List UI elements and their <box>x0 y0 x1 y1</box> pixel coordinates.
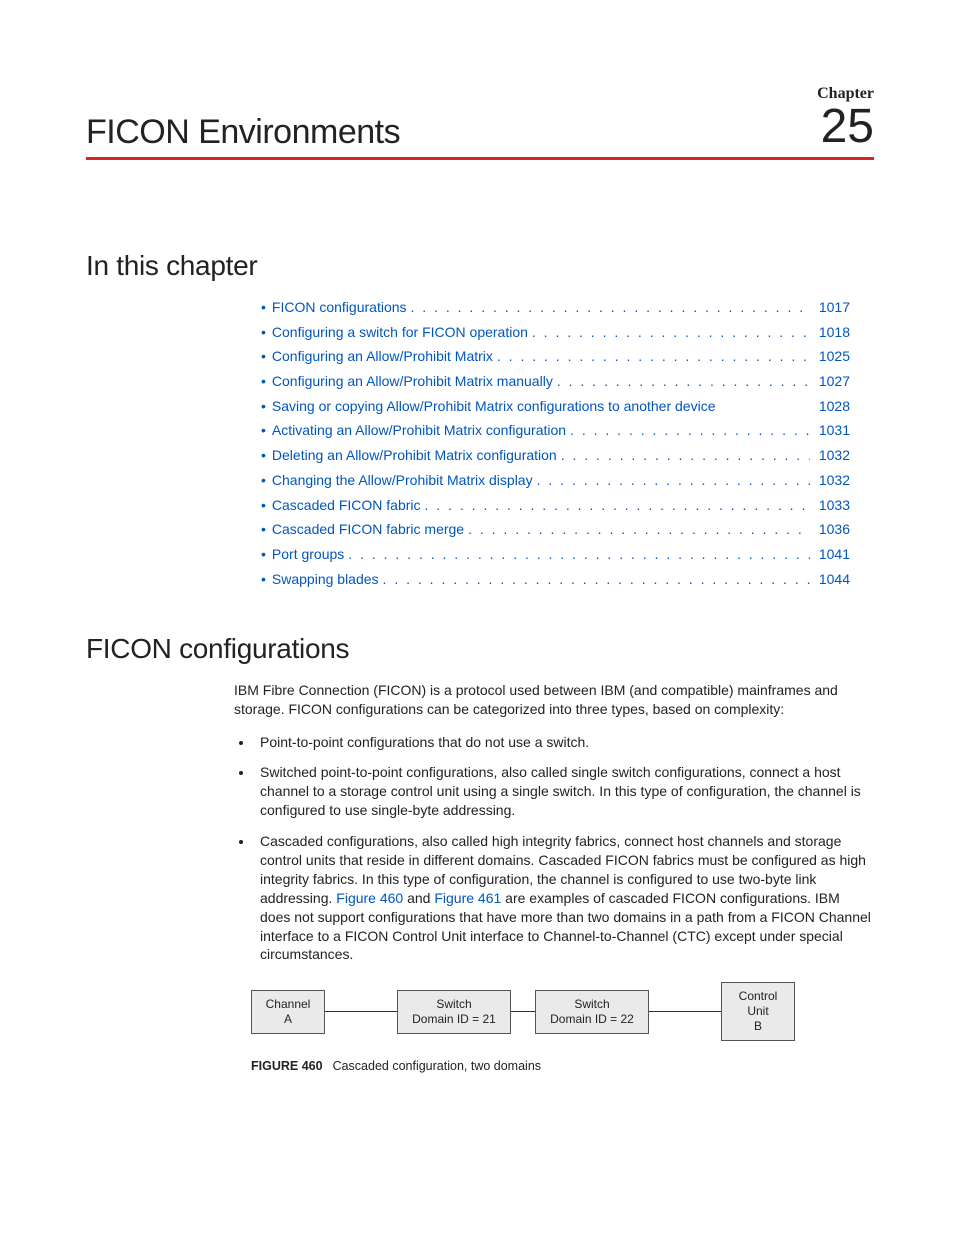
toc-page-number[interactable]: 1017 <box>810 298 850 316</box>
toc-leader-dots <box>493 347 810 365</box>
toc-link-label[interactable]: Configuring an Allow/Prohibit Matrix man… <box>272 372 553 390</box>
toc-entry[interactable]: • Port groups 1041 <box>261 545 874 563</box>
bullet-icon: • <box>261 446 266 464</box>
bullet-icon: • <box>261 347 266 365</box>
toc-link-label[interactable]: Cascaded FICON fabric merge <box>272 520 464 538</box>
chapter-header: FICON Environments Chapter 25 <box>86 85 874 160</box>
diagram-label: Channel <box>262 997 314 1012</box>
toc-page-number[interactable]: 1028 <box>810 397 850 415</box>
chapter-number: 25 <box>817 103 874 151</box>
diagram-connector <box>511 1011 535 1012</box>
diagram-connector <box>685 1011 721 1012</box>
toc-page-number[interactable]: 1033 <box>810 496 850 514</box>
diagram-box-switch-22: Switch Domain ID = 22 <box>535 990 649 1034</box>
toc-entry[interactable]: • Saving or copying Allow/Prohibit Matrix… <box>261 397 874 415</box>
figure-460-diagram: Channel A Switch Domain ID = 21 Switch D… <box>251 982 874 1041</box>
bullet-icon: • <box>261 496 266 514</box>
toc-page-number[interactable]: 1036 <box>810 520 850 538</box>
bullet-icon: • <box>261 520 266 538</box>
list-item: Point-to-point configurations that do no… <box>254 733 874 752</box>
toc-entry[interactable]: • Cascaded FICON fabric merge 1036 <box>261 520 874 538</box>
diagram-label: Domain ID = 22 <box>546 1012 638 1027</box>
toc-leader-dots <box>553 372 810 390</box>
toc-page-number[interactable]: 1032 <box>810 446 850 464</box>
list-item: Cascaded configurations, also called hig… <box>254 832 874 964</box>
intro-paragraph: IBM Fibre Connection (FICON) is a protoc… <box>234 681 874 719</box>
table-of-contents: • FICON configurations 1017 • Configuring a … <box>261 298 874 588</box>
section-heading-ficon-configurations: FICON configurations <box>86 633 874 665</box>
toc-entry[interactable]: • Swapping blades 1044 <box>261 570 874 588</box>
toc-link-label[interactable]: Configuring an Allow/Prohibit Matrix <box>272 347 493 365</box>
toc-link-label[interactable]: Swapping blades <box>272 570 379 588</box>
diagram-label: B <box>732 1019 784 1034</box>
toc-leader-dots <box>344 545 810 563</box>
toc-link-label[interactable]: Activating an Allow/Prohibit Matrix conf… <box>272 421 566 439</box>
diagram-label: Control <box>732 989 784 1004</box>
bullet-icon: • <box>261 570 266 588</box>
toc-link-label[interactable]: Saving or copying Allow/Prohibit Matrix … <box>272 397 716 415</box>
toc-entry[interactable]: • Cascaded FICON fabric 1033 <box>261 496 874 514</box>
toc-page-number[interactable]: 1041 <box>810 545 850 563</box>
diagram-label: Domain ID = 21 <box>408 1012 500 1027</box>
section-heading-in-this-chapter: In this chapter <box>86 250 874 282</box>
diagram-connector <box>649 1011 685 1012</box>
toc-leader-dots <box>566 421 810 439</box>
figure-link-460[interactable]: Figure 460 <box>336 890 403 906</box>
toc-page-number[interactable]: 1025 <box>810 347 850 365</box>
toc-entry[interactable]: • Deleting an Allow/Prohibit Matrix confi… <box>261 446 874 464</box>
bullet-icon: • <box>261 421 266 439</box>
toc-leader-dots <box>533 471 810 489</box>
diagram-box-channel-a: Channel A <box>251 990 325 1034</box>
figure-caption-text: Cascaded configuration, two domains <box>333 1059 541 1073</box>
diagram-connector <box>325 1011 361 1012</box>
bullet-icon: • <box>261 372 266 390</box>
toc-leader-dots <box>557 446 810 464</box>
toc-leader-dots <box>379 570 810 588</box>
toc-link-label[interactable]: Configuring a switch for FICON operation <box>272 323 528 341</box>
toc-link-label[interactable]: Cascaded FICON fabric <box>272 496 421 514</box>
bullet-icon: • <box>261 397 266 415</box>
toc-link-label[interactable]: Changing the Allow/Prohibit Matrix displ… <box>272 471 533 489</box>
list-item: Switched point-to-point configurations, … <box>254 763 874 820</box>
toc-link-label[interactable]: Deleting an Allow/Prohibit Matrix config… <box>272 446 557 464</box>
toc-entry[interactable]: • FICON configurations 1017 <box>261 298 874 316</box>
toc-entry[interactable]: • Configuring an Allow/Prohibit Matrix 102… <box>261 347 874 365</box>
diagram-label: Unit <box>732 1004 784 1019</box>
bullet-icon: • <box>261 471 266 489</box>
chapter-title: FICON Environments <box>86 114 400 151</box>
config-types-list: Point-to-point configurations that do no… <box>234 733 874 965</box>
toc-entry[interactable]: • Configuring a switch for FICON operatio… <box>261 323 874 341</box>
list-item-text: and <box>403 890 434 906</box>
toc-page-number[interactable]: 1031 <box>810 421 850 439</box>
toc-leader-dots <box>407 298 810 316</box>
diagram-box-switch-21: Switch Domain ID = 21 <box>397 990 511 1034</box>
toc-link-label[interactable]: Port groups <box>272 545 344 563</box>
bullet-icon: • <box>261 323 266 341</box>
toc-entry[interactable]: • Changing the Allow/Prohibit Matrix disp… <box>261 471 874 489</box>
bullet-icon: • <box>261 298 266 316</box>
figure-caption: FIGURE 460 Cascaded configuration, two do… <box>251 1059 874 1073</box>
toc-page-number[interactable]: 1018 <box>810 323 850 341</box>
bullet-icon: • <box>261 545 266 563</box>
toc-entry[interactable]: • Activating an Allow/Prohibit Matrix con… <box>261 421 874 439</box>
diagram-label: Switch <box>408 997 500 1012</box>
toc-page-number[interactable]: 1032 <box>810 471 850 489</box>
diagram-label: A <box>262 1012 314 1027</box>
diagram-label: Switch <box>546 997 638 1012</box>
chapter-number-block: Chapter 25 <box>817 85 874 151</box>
toc-page-number[interactable]: 1044 <box>810 570 850 588</box>
toc-leader-dots <box>528 323 810 341</box>
diagram-box-control-unit-b: Control Unit B <box>721 982 795 1041</box>
toc-leader-dots <box>421 496 810 514</box>
figure-link-461[interactable]: Figure 461 <box>434 890 501 906</box>
toc-link-label[interactable]: FICON configurations <box>272 298 407 316</box>
toc-entry[interactable]: • Configuring an Allow/Prohibit Matrix ma… <box>261 372 874 390</box>
diagram-connector <box>361 1011 397 1012</box>
figure-number: FIGURE 460 <box>251 1059 323 1073</box>
page: FICON Environments Chapter 25 In this ch… <box>0 0 954 1235</box>
toc-page-number[interactable]: 1027 <box>810 372 850 390</box>
toc-leader-dots <box>464 520 810 538</box>
